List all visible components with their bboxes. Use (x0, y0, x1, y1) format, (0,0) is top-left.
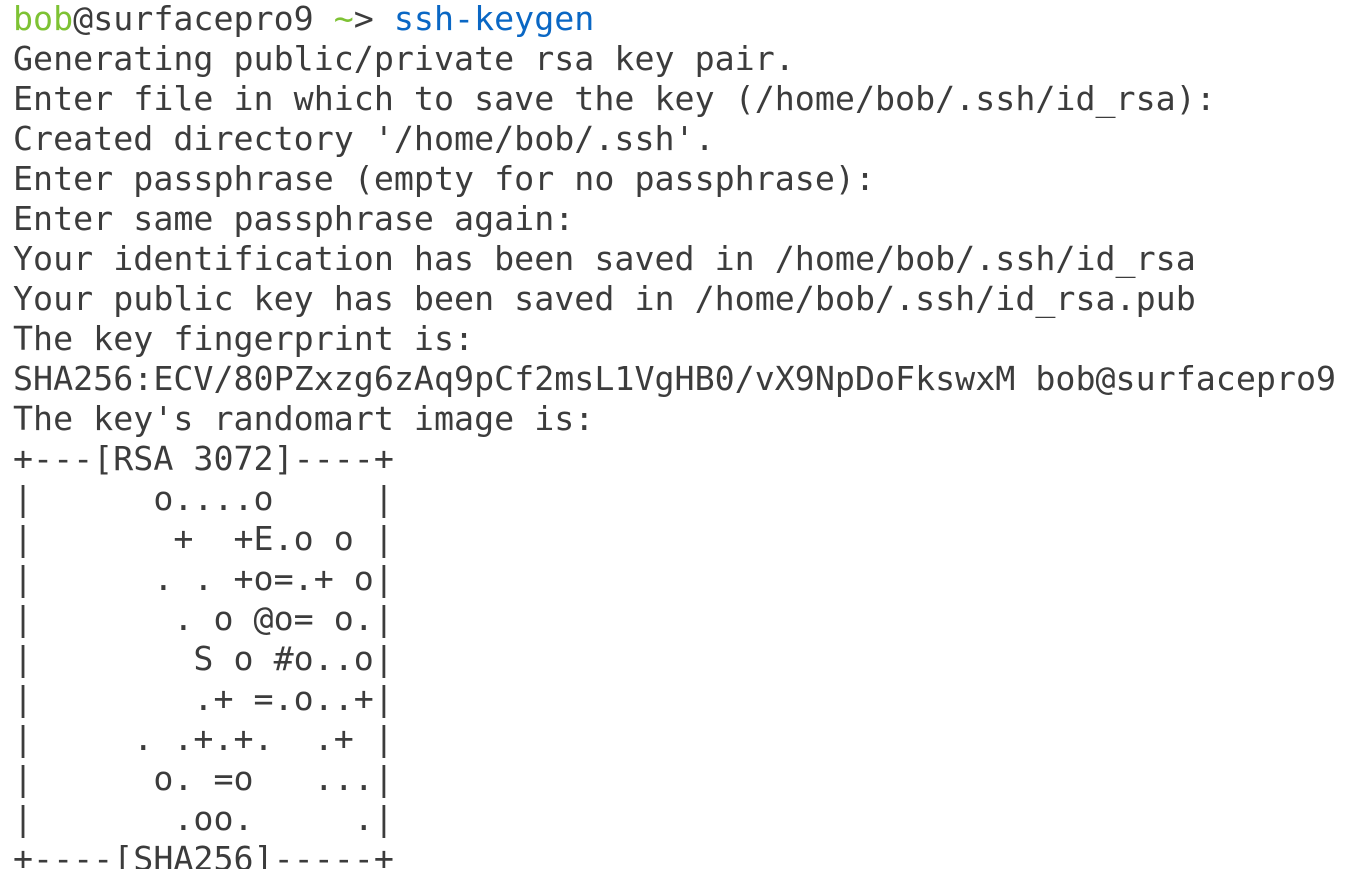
output-line: Enter same passphrase again: (13, 199, 575, 238)
randomart-row: | .oo. .| (13, 799, 394, 838)
randomart-header: +---[RSA 3072]----+ (13, 439, 394, 478)
randomart-row: | o....o | (13, 479, 394, 518)
output-line: Your identification has been saved in /h… (13, 239, 1196, 278)
prompt-symbol: > (353, 0, 394, 38)
output-line: The key's randomart image is: (13, 399, 595, 438)
fingerprint-line: SHA256:ECV/80PZxzg6zAq9pCf2msL1VgHB0/vX9… (13, 359, 1337, 398)
output-line: Generating public/private rsa key pair. (13, 39, 795, 78)
randomart-row: | . o @o= o.| (13, 599, 394, 638)
command-text: ssh-keygen (393, 0, 595, 38)
output-line: Your public key has been saved in /home/… (13, 279, 1196, 318)
output-line: The key fingerprint is: (13, 319, 475, 358)
prompt-line: bob@surfacepro9 ~> ssh-keygen (13, 0, 1355, 39)
randomart-row: | . .+.+. .+ | (13, 719, 394, 758)
randomart-row: | .+ =.o..+| (13, 679, 394, 718)
randomart-footer: +----[SHA256]-----+ (13, 839, 394, 869)
randomart-row: | + +E.o o | (13, 519, 394, 558)
prompt-user: bob (13, 0, 74, 38)
terminal-window[interactable]: bob@surfacepro9 ~> ssh-keygen Generating… (0, 0, 1355, 869)
randomart-row: | . . +o=.+ o| (13, 559, 394, 598)
prompt-at-sign: @ (73, 0, 94, 38)
randomart-row: | S o #o..o| (13, 639, 394, 678)
randomart-row: | o. =o ...| (13, 759, 394, 798)
output-line: Enter passphrase (empty for no passphras… (13, 159, 875, 198)
output-line: Enter file in which to save the key (/ho… (13, 79, 1216, 118)
output-line: Created directory '/home/bob/.ssh'. (13, 119, 715, 158)
prompt-hostname: surfacepro9 (93, 0, 314, 38)
prompt-cwd: ~ (333, 0, 354, 38)
